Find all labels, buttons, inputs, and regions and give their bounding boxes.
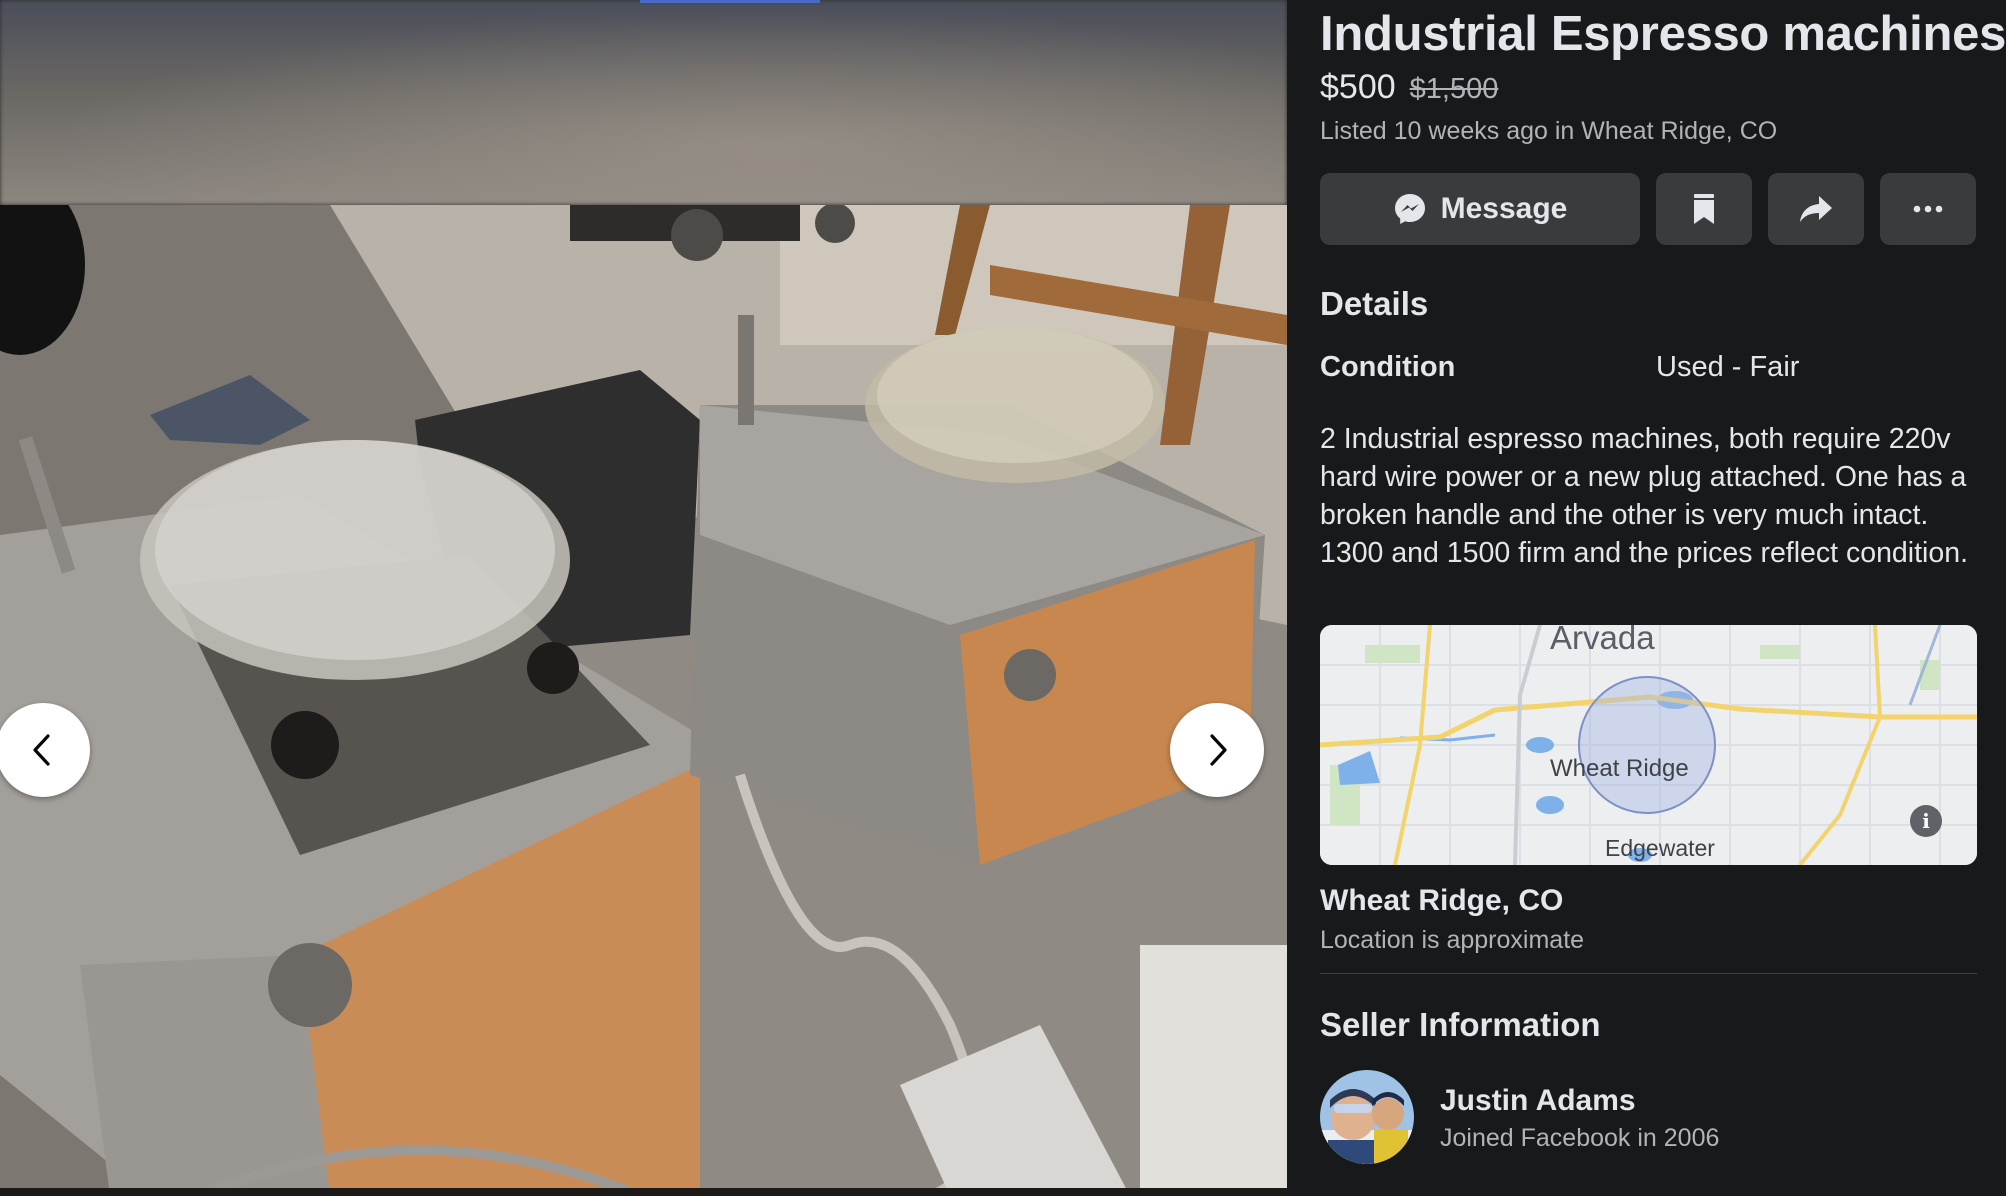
seller-name[interactable]: Justin Adams [1440,1084,1636,1118]
share-icon [1800,196,1832,222]
section-divider [1320,973,1977,974]
photo-bottom-edge [0,1188,1287,1196]
more-options-button[interactable] [1880,173,1976,245]
share-button[interactable] [1768,173,1864,245]
message-button[interactable]: Message [1320,173,1640,245]
map-label-edgewater: Edgewater [1605,835,1715,861]
chevron-right-icon [1210,734,1227,766]
seller-avatar[interactable] [1320,1070,1414,1164]
location-city: Wheat Ridge, CO [1320,884,1564,917]
seller-heading: Seller Information [1320,1006,1601,1043]
condition-label: Condition [1320,351,1456,383]
action-bar: Message [1320,173,1976,245]
condition-value: Used - Fair [1656,351,1800,383]
photo-position-indicator [640,0,820,3]
location-map[interactable]: Arvada Wheat Ridge Edgewater i [1320,625,1977,865]
location-note: Location is approximate [1320,926,1585,954]
message-button-label: Message [1440,192,1568,225]
previous-photo-button[interactable] [0,703,90,797]
chevron-left-icon [33,734,50,766]
next-photo-button[interactable] [1170,703,1264,797]
seller-joined: Joined Facebook in 2006 [1440,1124,1720,1152]
listing-price: $500 [1320,68,1396,106]
save-icon [1694,194,1714,224]
original-price: $1,500 [1409,73,1499,105]
listing-description: 2 Industrial espresso machines, both req… [1320,423,1968,569]
map-info-icon[interactable]: i [1910,805,1942,837]
price-row: $500 $1,500 [1320,68,1498,107]
messenger-icon [1394,194,1425,224]
photo-blur-backdrop [0,0,1287,205]
map-label-arvada: Arvada [1550,625,1655,656]
listed-info: Listed 10 weeks ago in Wheat Ridge, CO [1320,117,1778,145]
details-heading: Details [1320,285,1429,322]
more-icon [1913,205,1943,213]
map-label-wheat-ridge: Wheat Ridge [1550,755,1689,782]
listing-details-pane: Industrial Espresso machines $500 $1,500… [1287,0,2006,1196]
photo-viewer [0,0,1287,1196]
listing-photo[interactable] [0,205,1287,1196]
save-button[interactable] [1656,173,1752,245]
listing-title: Industrial Espresso machines [1320,7,2006,61]
